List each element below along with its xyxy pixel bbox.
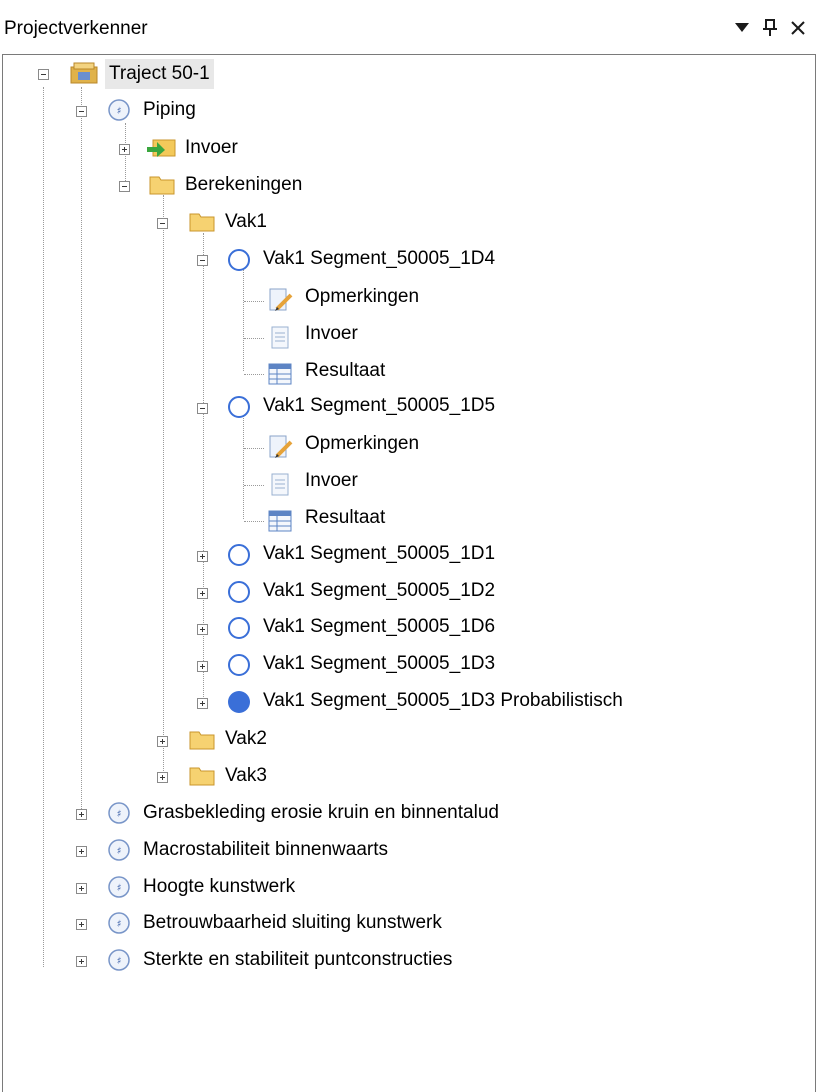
calculation-circle-icon [227, 616, 251, 640]
expand-toggle[interactable] [197, 551, 208, 562]
tree-node-calc-1d1[interactable]: Vak1 Segment_50005_1D1 [259, 539, 499, 569]
collapse-toggle[interactable] [119, 181, 130, 192]
collapse-toggle[interactable] [38, 69, 49, 80]
expand-toggle[interactable] [157, 772, 168, 783]
svg-text:♯: ♯ [117, 956, 122, 967]
expand-toggle[interactable] [197, 661, 208, 672]
project-tree: Traject 50-1 ♯ Piping Invoer Berekeninge… [3, 55, 815, 1092]
tree-node-opmerkingen[interactable]: Opmerkingen [301, 429, 423, 459]
expand-toggle[interactable] [197, 698, 208, 709]
result-table-icon [267, 362, 292, 386]
calculation-circle-icon [227, 580, 251, 604]
collapse-toggle[interactable] [197, 403, 208, 414]
tree-line [244, 448, 264, 449]
tree-node-piping[interactable]: Piping [139, 95, 200, 125]
comment-pencil-icon [267, 434, 293, 458]
tree-line [81, 87, 82, 817]
collapse-toggle[interactable] [157, 218, 168, 229]
tree-node-vak1[interactable]: Vak1 [221, 207, 271, 237]
failure-mechanism-icon: ♯ [107, 801, 131, 825]
tree-node-failure-mechanism[interactable]: Sterkte en stabiliteit puntconstructies [139, 945, 456, 975]
tree-node-failure-mechanism[interactable]: Grasbekleding erosie kruin en binnentalu… [139, 798, 503, 828]
svg-text:♯: ♯ [117, 106, 122, 117]
tree-node-vak2[interactable]: Vak2 [221, 724, 271, 754]
svg-text:♯: ♯ [117, 883, 122, 894]
collapse-toggle[interactable] [197, 255, 208, 266]
tree-node-resultaat[interactable]: Resultaat [301, 503, 389, 533]
tree-line [244, 338, 264, 339]
failure-mechanism-icon: ♯ [107, 98, 131, 122]
input-document-icon [269, 325, 293, 349]
folder-icon [189, 764, 215, 788]
folder-icon [189, 210, 215, 234]
tree-node-traject[interactable]: Traject 50-1 [105, 59, 214, 89]
calculation-circle-icon [227, 653, 251, 677]
failure-mechanism-icon: ♯ [107, 838, 131, 862]
tree-node-vak3[interactable]: Vak3 [221, 761, 271, 791]
expand-toggle[interactable] [197, 624, 208, 635]
tree-line [244, 374, 264, 375]
tree-node-calc-1d3-prob[interactable]: Vak1 Segment_50005_1D3 Probabilistisch [259, 686, 627, 716]
result-table-icon [267, 509, 292, 533]
tree-node-calc-1d5[interactable]: Vak1 Segment_50005_1D5 [259, 391, 499, 421]
tree-node-failure-mechanism[interactable]: Betrouwbaarheid sluiting kunstwerk [139, 908, 446, 938]
expand-toggle[interactable] [157, 736, 168, 747]
input-folder-icon [147, 135, 176, 159]
expand-toggle[interactable] [76, 846, 87, 857]
tree-node-calc-1d3[interactable]: Vak1 Segment_50005_1D3 [259, 649, 499, 679]
tree-line [244, 301, 264, 302]
tree-line [243, 267, 244, 371]
pin-icon[interactable] [758, 12, 782, 44]
tree-node-berekeningen[interactable]: Berekeningen [181, 170, 306, 200]
tree-node-invoer[interactable]: Invoer [301, 319, 362, 349]
tree-node-calc-1d6[interactable]: Vak1 Segment_50005_1D6 [259, 612, 499, 642]
tree-node-resultaat[interactable]: Resultaat [301, 356, 389, 386]
tree-node-invoer[interactable]: Invoer [181, 133, 242, 163]
expand-toggle[interactable] [76, 919, 87, 930]
folder-icon [189, 728, 215, 752]
calculation-circle-icon [227, 395, 251, 419]
close-icon[interactable] [786, 12, 810, 44]
tree-line [244, 485, 264, 486]
tree-line [243, 415, 244, 519]
tree-node-calc-1d2[interactable]: Vak1 Segment_50005_1D2 [259, 576, 499, 606]
probabilistic-calculation-icon [227, 690, 251, 714]
expand-toggle[interactable] [119, 144, 130, 155]
collapse-toggle[interactable] [76, 106, 87, 117]
calculation-circle-icon [227, 248, 251, 272]
svg-text:♯: ♯ [117, 919, 122, 930]
failure-mechanism-icon: ♯ [107, 948, 131, 972]
tree-node-invoer[interactable]: Invoer [301, 466, 362, 496]
calculation-circle-icon [227, 543, 251, 567]
expand-toggle[interactable] [197, 588, 208, 599]
expand-toggle[interactable] [76, 809, 87, 820]
panel-titlebar: Projectverkenner [0, 0, 818, 54]
tree-node-opmerkingen[interactable]: Opmerkingen [301, 282, 423, 312]
project-explorer-panel: Traject 50-1 ♯ Piping Invoer Berekeninge… [2, 54, 816, 1092]
panel-title: Projectverkenner [4, 18, 148, 39]
tree-line [244, 521, 264, 522]
tree-line [43, 87, 44, 967]
traject-database-icon [69, 61, 98, 85]
tree-node-calc-1d4[interactable]: Vak1 Segment_50005_1D4 [259, 244, 499, 274]
svg-text:♯: ♯ [117, 846, 122, 857]
tree-node-failure-mechanism[interactable]: Macrostabiliteit binnenwaarts [139, 835, 392, 865]
failure-mechanism-icon: ♯ [107, 875, 131, 899]
folder-icon [149, 173, 175, 197]
failure-mechanism-icon: ♯ [107, 911, 131, 935]
tree-node-failure-mechanism[interactable]: Hoogte kunstwerk [139, 872, 299, 902]
expand-toggle[interactable] [76, 883, 87, 894]
comment-pencil-icon [267, 287, 293, 311]
svg-text:♯: ♯ [117, 809, 122, 820]
dropdown-icon[interactable] [730, 12, 754, 44]
input-document-icon [269, 472, 293, 496]
tree-line [163, 195, 164, 775]
expand-toggle[interactable] [76, 956, 87, 967]
